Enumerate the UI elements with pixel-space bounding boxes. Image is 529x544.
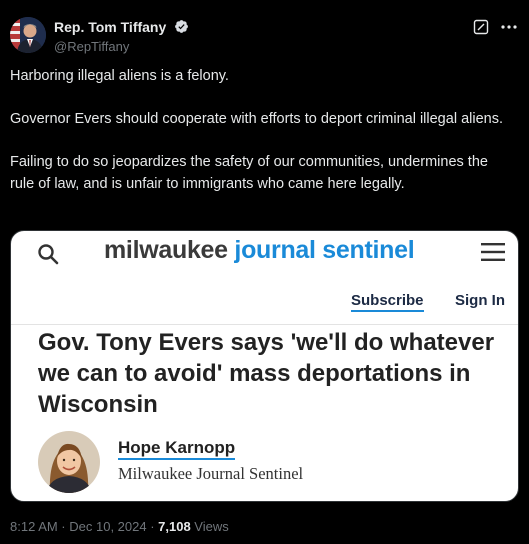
menu-icon[interactable] bbox=[481, 242, 505, 262]
profile-avatar[interactable] bbox=[10, 17, 46, 53]
article-card[interactable]: milwaukee journal sentinel Subscribe Sig… bbox=[10, 230, 519, 502]
logo-word-journal-sentinel: journal sentinel bbox=[234, 236, 415, 264]
handle[interactable]: @RepTiffany bbox=[54, 39, 189, 54]
views-label: Views bbox=[190, 519, 229, 534]
tweet-meta: 8:12 AM · Dec 10, 2024 · 7,108 Views bbox=[10, 519, 229, 534]
sign-in-link[interactable]: Sign In bbox=[455, 292, 505, 309]
tweet-paragraph: Harboring illegal aliens is a felony. bbox=[10, 68, 229, 84]
timestamp[interactable]: 8:12 AM · Dec 10, 2024 · bbox=[10, 519, 158, 534]
search-icon[interactable] bbox=[37, 243, 59, 265]
author-name[interactable]: Hope Karnopp bbox=[118, 438, 236, 460]
tweet-text: Harboring illegal aliens is a felony. Go… bbox=[10, 66, 515, 195]
display-name[interactable]: Rep. Tom Tiffany bbox=[54, 19, 166, 35]
card-divider bbox=[11, 324, 518, 325]
avatar-image bbox=[10, 17, 46, 53]
author-organization: Milwaukee Journal Sentinel bbox=[118, 464, 304, 483]
more-icon[interactable] bbox=[500, 19, 518, 35]
views-count: 7,108 bbox=[158, 519, 191, 534]
tweet-paragraph: Failing to do so jeopardizes the safety … bbox=[10, 154, 488, 192]
grok-icon[interactable] bbox=[473, 19, 489, 35]
publication-logo: milwaukee journal sentinel bbox=[104, 236, 415, 265]
logo-word-milwaukee: milwaukee bbox=[104, 236, 228, 264]
author-photo bbox=[38, 431, 100, 493]
verified-badge-icon bbox=[174, 19, 189, 34]
tweet-paragraph: Governor Evers should cooperate with eff… bbox=[10, 111, 503, 127]
subscribe-link[interactable]: Subscribe bbox=[351, 292, 424, 312]
tweet-header: Rep. Tom Tiffany @RepTiffany bbox=[10, 17, 520, 57]
article-headline[interactable]: Gov. Tony Evers says 'we'll do whatever … bbox=[38, 327, 498, 420]
author-block: Rep. Tom Tiffany @RepTiffany bbox=[54, 18, 189, 54]
